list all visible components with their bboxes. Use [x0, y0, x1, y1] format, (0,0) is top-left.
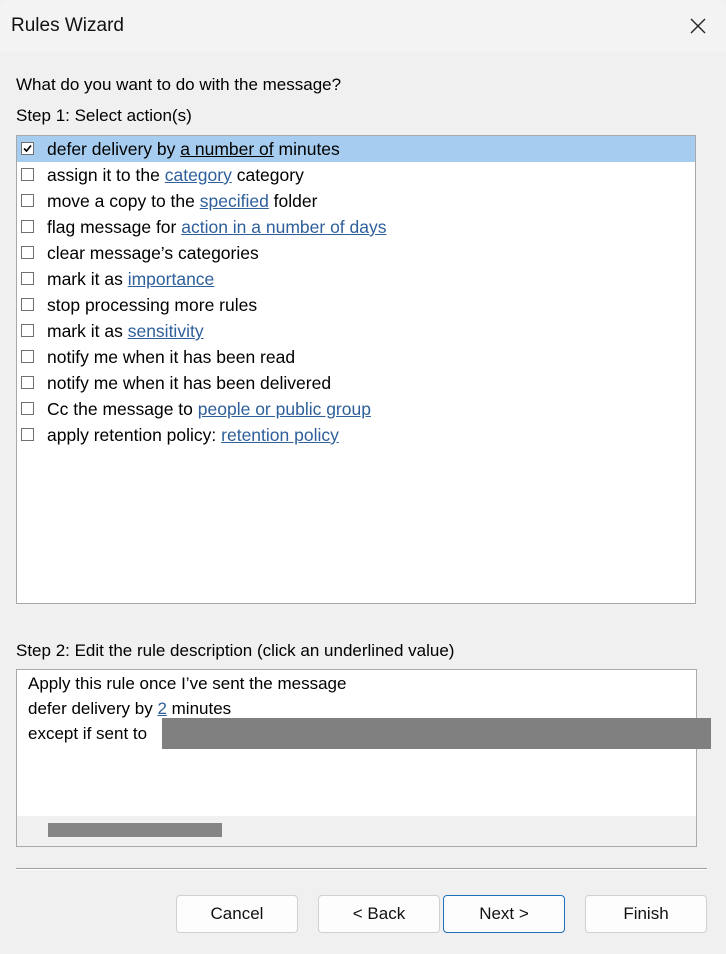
window-title: Rules Wizard — [11, 15, 124, 36]
action-text: stop processing more rules — [47, 295, 258, 315]
action-value-link[interactable]: action in a number of days — [181, 217, 386, 237]
action-text: notify me when it has been read — [47, 347, 296, 367]
action-item[interactable]: mark it as importance — [17, 266, 695, 292]
description-action-suffix: minutes — [166, 699, 232, 718]
action-item[interactable]: flag message for action in a number of d… — [17, 214, 695, 240]
action-text: notify me when it has been delivered — [47, 373, 332, 393]
action-item[interactable]: clear message’s categories — [17, 240, 695, 266]
close-x-icon — [690, 18, 706, 34]
checkbox[interactable] — [21, 194, 34, 207]
action-item[interactable]: apply retention policy: retention policy — [17, 422, 695, 448]
action-text: minutes — [273, 139, 340, 159]
action-text: folder — [268, 191, 318, 211]
next-button[interactable]: Next > — [443, 895, 565, 933]
checkbox[interactable] — [21, 168, 34, 181]
wizard-prompt: What do you want to do with the message? — [16, 75, 342, 94]
action-value-link[interactable]: retention policy — [221, 425, 339, 445]
action-item[interactable]: stop processing more rules — [17, 292, 695, 318]
back-button[interactable]: < Back — [318, 895, 440, 933]
action-text: flag message for — [47, 217, 182, 237]
title-bar: Rules Wizard — [0, 0, 726, 52]
action-text: Cc the message to — [47, 399, 198, 419]
checkbox-checked[interactable] — [21, 142, 34, 155]
checkbox[interactable] — [21, 402, 34, 415]
action-text: apply retention policy: — [47, 425, 222, 445]
action-value-link[interactable]: sensitivity — [128, 321, 204, 341]
horizontal-scrollbar[interactable] — [17, 816, 696, 846]
close-button[interactable] — [682, 10, 714, 42]
action-value-link[interactable]: category — [165, 165, 232, 185]
action-text: defer delivery by — [47, 139, 181, 159]
action-text: clear message’s categories — [47, 243, 259, 263]
separator — [16, 868, 707, 870]
checkmark-icon — [23, 144, 32, 153]
action-text: category — [231, 165, 304, 185]
action-item[interactable]: mark it as sensitivity — [17, 318, 695, 344]
action-value-link[interactable]: specified — [200, 191, 269, 211]
description-action-prefix: defer delivery by — [28, 699, 158, 718]
rule-description-box[interactable]: Apply this rule once I’ve sent the messa… — [16, 669, 711, 847]
action-text: assign it to the — [47, 165, 165, 185]
action-item[interactable]: Cc the message to people or public group — [17, 396, 695, 422]
description-line-condition: Apply this rule once I’ve sent the messa… — [28, 674, 347, 693]
checkbox[interactable] — [21, 272, 34, 285]
redacted-recipient — [162, 718, 711, 749]
checkbox[interactable] — [21, 220, 34, 233]
minutes-value-link[interactable]: 2 — [157, 699, 166, 718]
actions-listbox[interactable]: defer delivery by a number of minutes ass… — [16, 135, 696, 604]
action-item[interactable]: notify me when it has been read — [17, 344, 695, 370]
action-text: move a copy to the — [47, 191, 200, 211]
checkbox[interactable] — [21, 324, 34, 337]
cancel-button[interactable]: Cancel — [176, 895, 298, 933]
finish-button[interactable]: Finish — [585, 895, 707, 933]
action-item[interactable]: notify me when it has been delivered — [17, 370, 695, 396]
checkbox[interactable] — [21, 298, 34, 311]
step1-label: Step 1: Select action(s) — [16, 106, 192, 125]
action-item[interactable]: move a copy to the specified folder — [17, 188, 695, 214]
description-line-exception: except if sent to — [28, 724, 148, 743]
description-line-action: defer delivery by 2 minutes — [28, 699, 231, 719]
checkbox[interactable] — [21, 350, 34, 363]
checkbox[interactable] — [21, 428, 34, 441]
scrollbar-thumb[interactable] — [48, 823, 222, 837]
action-value-link[interactable]: importance — [128, 269, 215, 289]
checkbox[interactable] — [21, 376, 34, 389]
action-text: mark it as — [47, 269, 128, 289]
action-item[interactable]: defer delivery by a number of minutes — [17, 136, 695, 162]
checkbox[interactable] — [21, 246, 34, 259]
action-text: mark it as — [47, 321, 128, 341]
action-value-link[interactable]: people or public group — [198, 399, 371, 419]
action-item[interactable]: assign it to the category category — [17, 162, 695, 188]
action-value-link[interactable]: a number of — [180, 139, 273, 159]
step2-label: Step 2: Edit the rule description (click… — [16, 641, 455, 660]
